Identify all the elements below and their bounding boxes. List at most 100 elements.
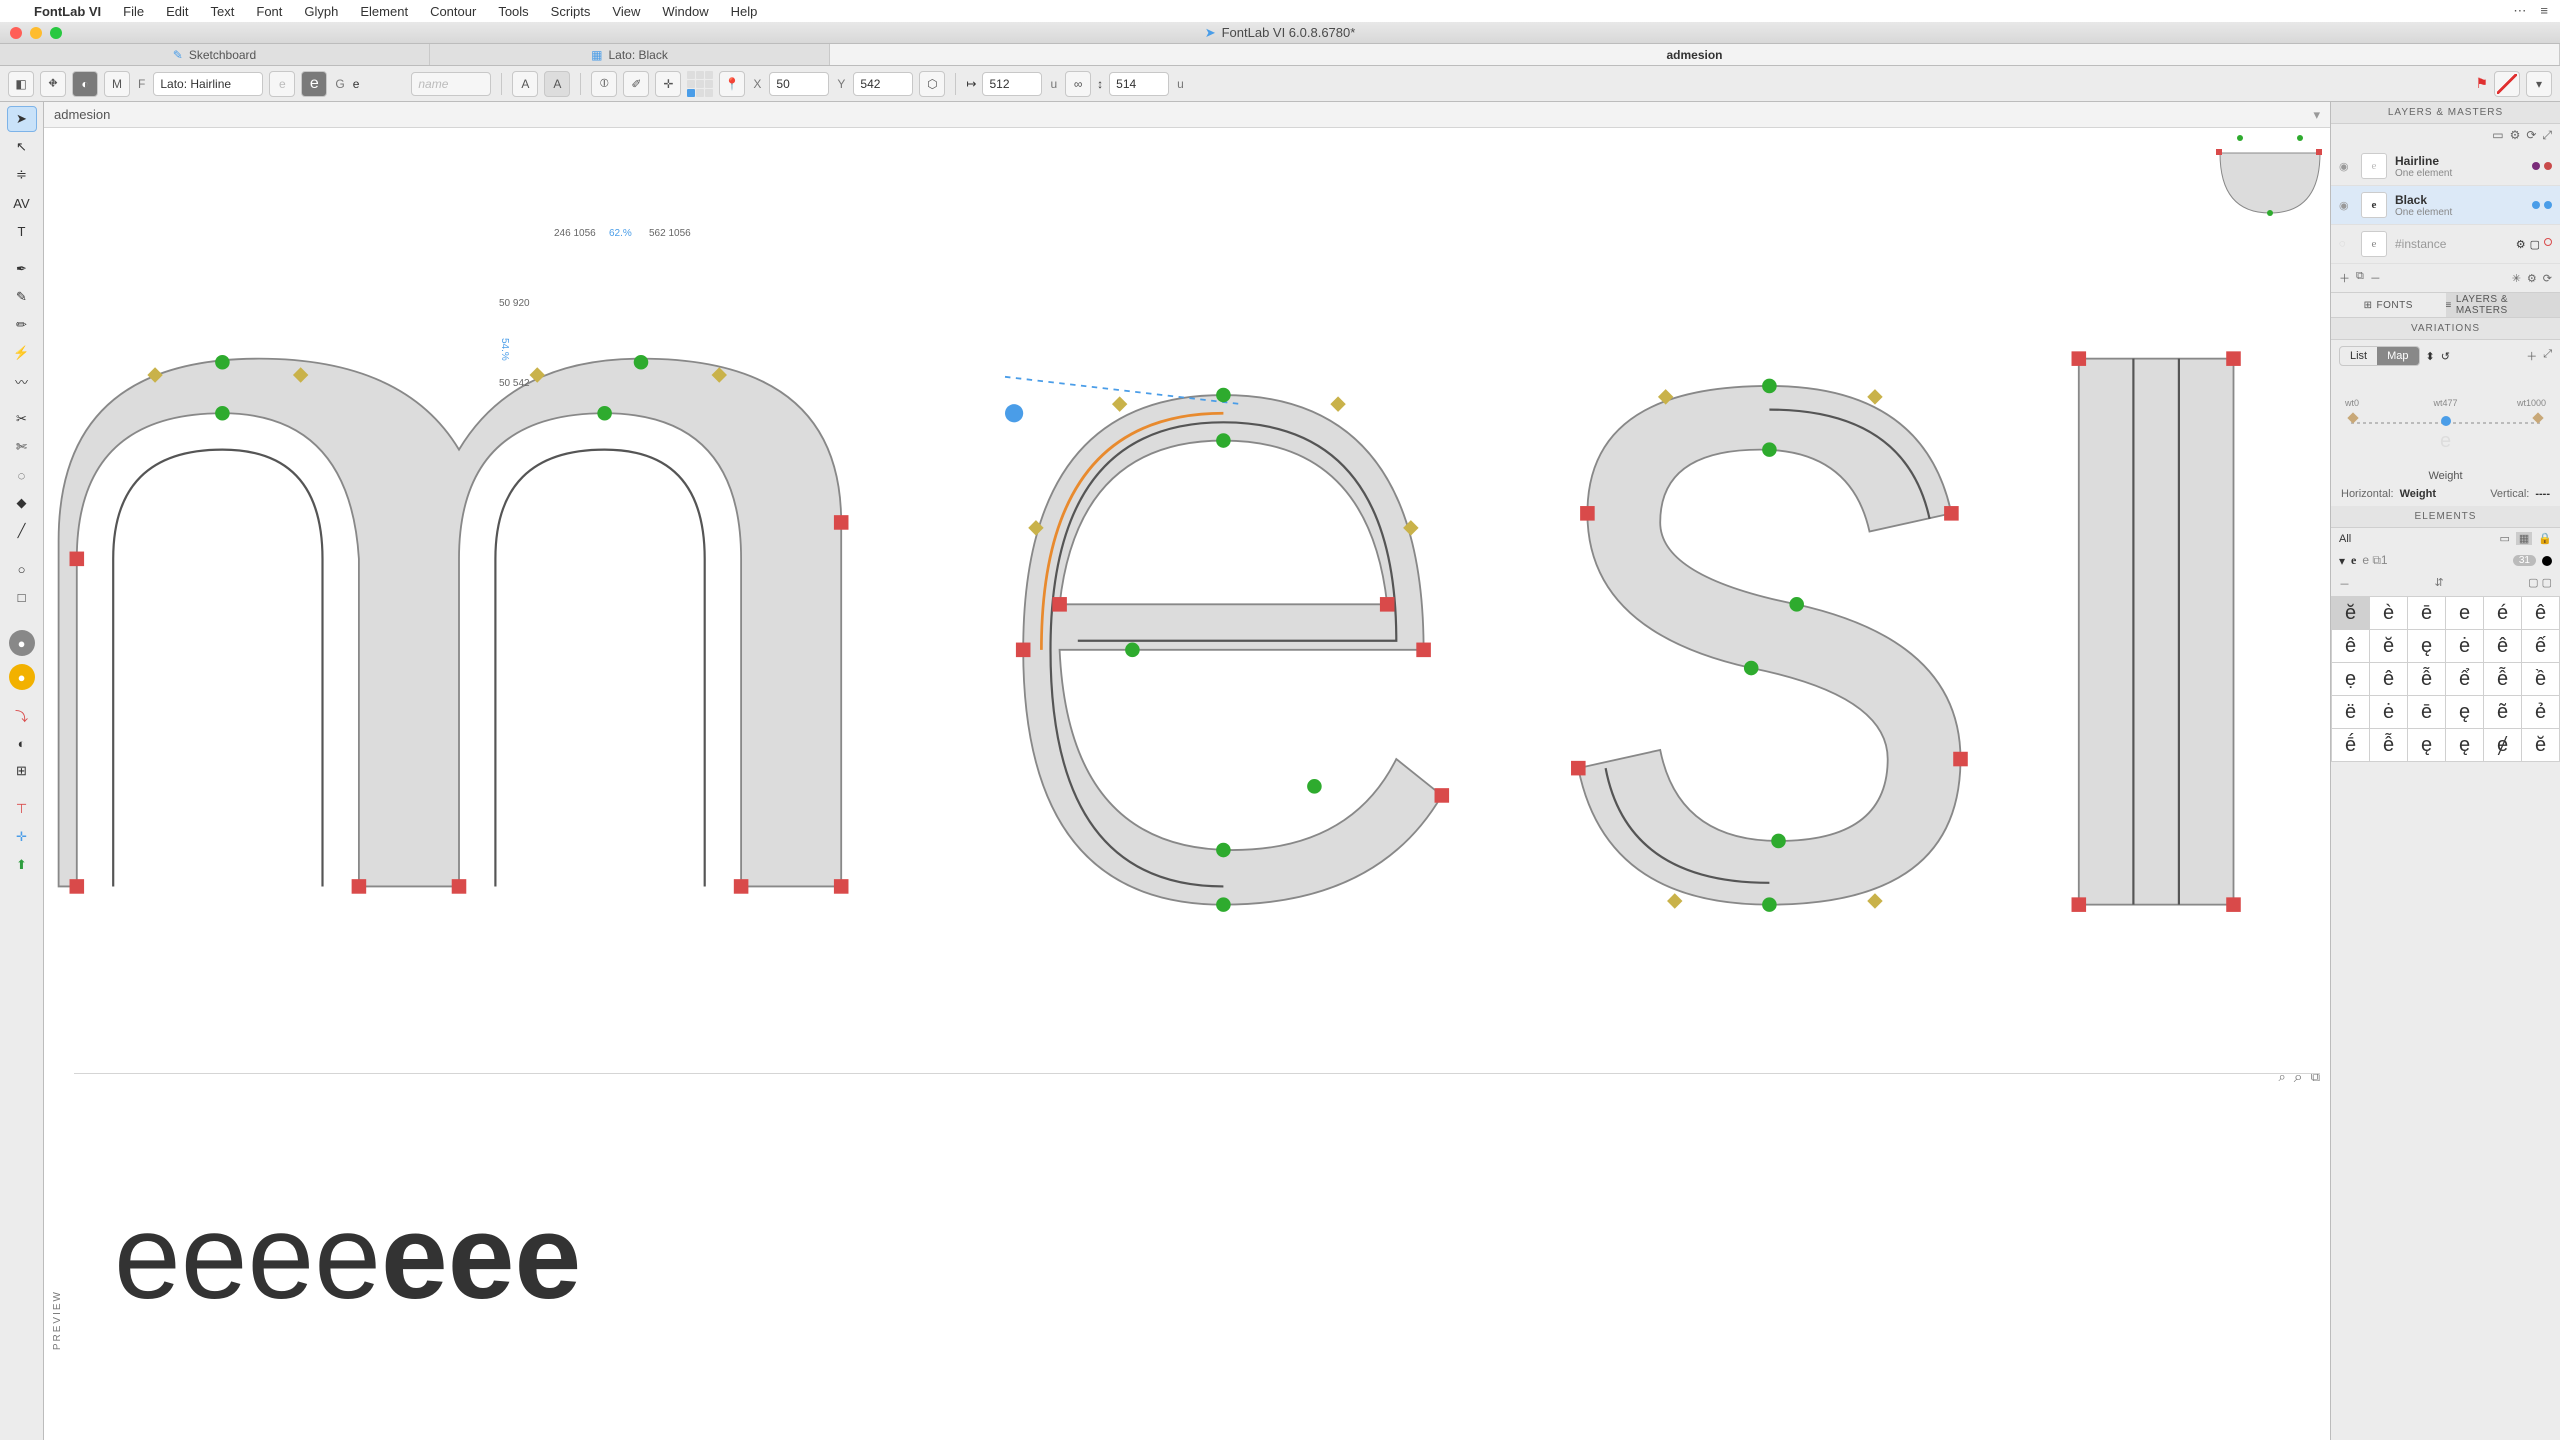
arrow-tool[interactable]: ➤ (7, 106, 37, 132)
dropdown-icon[interactable]: ▾ (2526, 71, 2552, 97)
color-none-icon[interactable] (2494, 71, 2520, 97)
elem-cell[interactable]: ę (2446, 696, 2483, 728)
crosshair-icon[interactable]: ✛ (655, 71, 681, 97)
eye-icon[interactable]: ◉ (2339, 199, 2353, 212)
view2-icon[interactable]: ▦ (2516, 532, 2532, 545)
pen-tool[interactable]: ✒ (7, 256, 37, 282)
variation-axis[interactable]: wt0 wt477 wt1000 e Weight (2331, 372, 2560, 482)
glyph-prev[interactable]: e (269, 71, 295, 97)
brush-tool[interactable]: ✎ (7, 284, 37, 310)
tab-sketchboard[interactable]: ✎ Sketchboard (0, 44, 430, 65)
elem-cell[interactable]: ề (2522, 663, 2559, 695)
kerning-tool[interactable]: AV (7, 190, 37, 216)
breadcrumb-dropdown-icon[interactable]: ▾ (2313, 107, 2320, 123)
menu-edit[interactable]: Edit (166, 4, 188, 19)
elem-cell[interactable]: ẻ (2522, 696, 2559, 728)
pin-icon[interactable]: 📍 (719, 71, 745, 97)
eye-icon[interactable]: ◉ (2339, 160, 2353, 173)
elem-cell[interactable]: è (2370, 597, 2407, 629)
elem-cell[interactable]: ễ (2370, 729, 2407, 761)
horiz-axis[interactable]: Weight (2400, 488, 2436, 500)
vert-axis[interactable]: ---- (2535, 488, 2550, 500)
eyedrop-icon[interactable]: ✐ (623, 71, 649, 97)
menu-glyph[interactable]: Glyph (304, 4, 338, 19)
box2-icon[interactable]: ▢ (2542, 577, 2552, 589)
elem-cell[interactable]: ĕ (2522, 729, 2559, 761)
elem-cell[interactable]: ę (2408, 630, 2445, 662)
elem-cell[interactable]: ē (2408, 597, 2445, 629)
menu-contour[interactable]: Contour (430, 4, 476, 19)
app-name[interactable]: FontLab VI (34, 4, 101, 19)
box1-icon[interactable]: ▢ (2528, 577, 2538, 589)
curve-tool[interactable]: ⤵ (7, 702, 37, 728)
menu-list-icon[interactable]: ≡ (2540, 3, 2548, 19)
knife-tool[interactable]: ✂ (7, 406, 37, 432)
pencil-tool[interactable]: ✏ (7, 312, 37, 338)
gear-icon[interactable]: ⚙ (2527, 272, 2537, 285)
name-field[interactable]: name (411, 72, 491, 96)
glyph-current[interactable]: e (301, 71, 327, 97)
panel-view-icon[interactable]: ▭ (2492, 128, 2503, 143)
master-hairline[interactable]: ◉ e HairlineOne element (2331, 147, 2560, 186)
reset-icon[interactable]: ↺ (2441, 350, 2450, 363)
lm-tab[interactable]: ≡LAYERS & MASTERS (2446, 293, 2560, 317)
fonts-tab[interactable]: ⊞FONTS (2331, 293, 2446, 317)
menu-view[interactable]: View (612, 4, 640, 19)
gear-icon[interactable]: ⚙ (2516, 238, 2526, 251)
ellipse-tool[interactable]: ○ (7, 556, 37, 582)
elem-cell[interactable]: ê (2332, 630, 2369, 662)
metrics-m-icon[interactable]: M (104, 71, 130, 97)
gear-icon[interactable]: ⚙ (2510, 128, 2521, 143)
elem-cell[interactable]: ę (2446, 729, 2483, 761)
metrics-icon[interactable]: ⛖ (40, 71, 66, 97)
text-tool[interactable]: T (7, 218, 37, 244)
elem-cell[interactable]: ḗ (2332, 729, 2369, 761)
box-icon[interactable]: ▢ (2530, 238, 2540, 251)
elem-cell[interactable]: ė (2370, 696, 2407, 728)
zoom-button[interactable] (50, 27, 62, 39)
lock-icon[interactable]: 🔒 (2538, 532, 2552, 545)
guide-tool[interactable]: ⊤ (7, 796, 37, 822)
menu-window[interactable]: Window (662, 4, 708, 19)
elem-cell[interactable]: ɇ (2484, 729, 2521, 761)
elem-cell[interactable]: ê (2370, 663, 2407, 695)
minus-icon[interactable]: － (2339, 576, 2350, 592)
scissors-tool[interactable]: ✄ (7, 434, 37, 460)
expand-icon[interactable]: ⤢ (2543, 348, 2552, 364)
add-icon[interactable]: ＋ (2526, 348, 2537, 364)
elem-cell[interactable]: ễ (2484, 663, 2521, 695)
menu-font[interactable]: Font (256, 4, 282, 19)
tree-tool[interactable]: ⬆ (7, 852, 37, 878)
elem-cell[interactable]: é (2484, 597, 2521, 629)
elem-cell[interactable]: e (2446, 597, 2483, 629)
link-icon[interactable]: ∞ (1065, 71, 1091, 97)
eye-icon[interactable]: ◌ (2339, 238, 2353, 250)
view1-icon[interactable]: ▭ (2499, 532, 2509, 545)
elem-cell[interactable]: ể (2446, 663, 2483, 695)
contrast-tool[interactable]: ◐ (7, 730, 37, 756)
sliders-icon[interactable]: ⬍ (2426, 350, 2435, 363)
elem-cell[interactable]: ê (2522, 597, 2559, 629)
color-bg-tool[interactable]: ● (9, 630, 35, 656)
elem-cell[interactable]: ê (2484, 630, 2521, 662)
flip-icon[interactable]: ⇵ (2434, 576, 2443, 592)
elem-cell[interactable]: ē (2408, 696, 2445, 728)
elem-cell[interactable]: ễ (2408, 663, 2445, 695)
x-field[interactable]: 50 (769, 72, 829, 96)
menu-help[interactable]: Help (731, 4, 758, 19)
remove-icon[interactable]: － (2370, 270, 2381, 286)
chevron-down-icon[interactable]: ▾ (2339, 554, 2345, 568)
axes-icon[interactable]: ✳ (2512, 272, 2521, 285)
elem-cell[interactable]: ế (2522, 630, 2559, 662)
var-view-segment[interactable]: List Map (2339, 346, 2420, 366)
magnet-icon[interactable]: ⬡ (919, 71, 945, 97)
menu-extra-icon[interactable]: ⋯ (2513, 3, 2526, 19)
fill-dot[interactable] (2542, 556, 2552, 566)
align-v-icon[interactable]: ⦶ (591, 71, 617, 97)
contour-mode-icon[interactable]: ◐ (72, 71, 98, 97)
ruler-tool[interactable]: ≑ (7, 162, 37, 188)
advance-field[interactable]: 512 (982, 72, 1042, 96)
elem-cell[interactable]: ẹ (2332, 663, 2369, 695)
elem-row-e[interactable]: ▾ e e ⧉1 31 (2331, 549, 2560, 572)
draw-tool[interactable]: 〰 (7, 368, 37, 394)
